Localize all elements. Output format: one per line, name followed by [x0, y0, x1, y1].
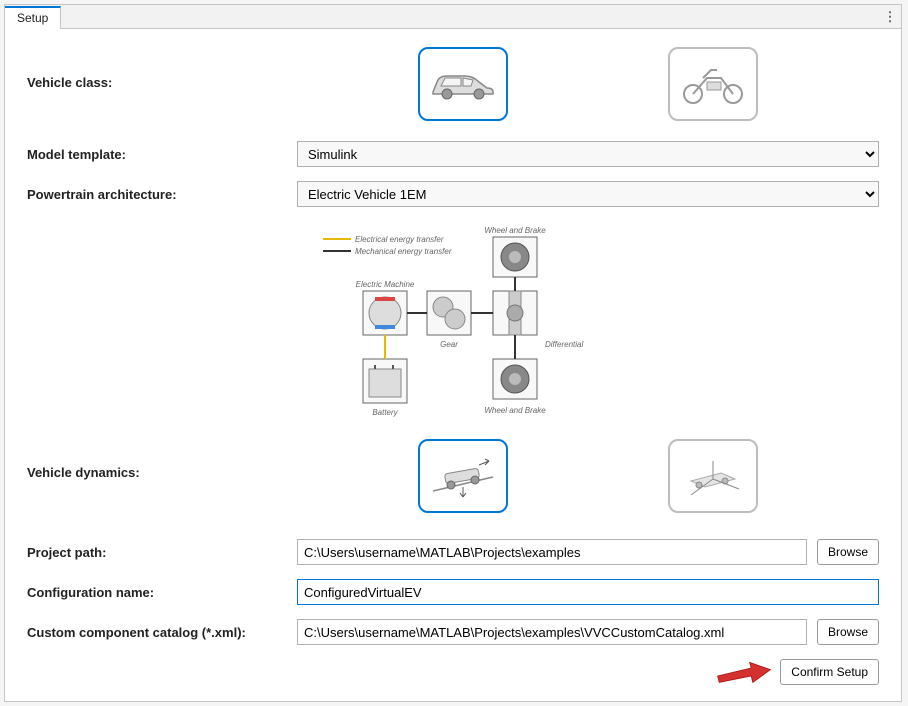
- powertrain-select[interactable]: Electric Vehicle 1EM: [297, 181, 879, 207]
- vehicle-dynamics-2d-option[interactable]: [418, 439, 508, 513]
- project-path-input[interactable]: [297, 539, 807, 565]
- tab-bar: Setup ⋮: [5, 5, 901, 29]
- vehicle-class-label: Vehicle class:: [27, 47, 287, 90]
- project-path-browse-button[interactable]: Browse: [817, 539, 879, 565]
- powertrain-label: Powertrain architecture:: [27, 187, 287, 202]
- svg-text:Gear: Gear: [440, 340, 458, 349]
- svg-text:Wheel and Brake: Wheel and Brake: [484, 406, 546, 415]
- vehicle-class-car-option[interactable]: [418, 47, 508, 121]
- catalog-browse-button[interactable]: Browse: [817, 619, 879, 645]
- catalog-label: Custom component catalog (*.xml):: [27, 625, 287, 640]
- legend-electrical: Electrical energy transfer: [355, 235, 444, 244]
- content-panel: Vehicle class:: [5, 29, 901, 701]
- dynamics-2d-icon: [427, 451, 499, 501]
- vehicle-class-motorcycle-option[interactable]: [668, 47, 758, 121]
- svg-text:Electric Machine: Electric Machine: [356, 280, 415, 289]
- catalog-input[interactable]: [297, 619, 807, 645]
- confirm-setup-button[interactable]: Confirm Setup: [780, 659, 879, 685]
- setup-window: Setup ⋮ Vehicle class:: [4, 4, 902, 702]
- motorcycle-icon: [677, 62, 749, 106]
- kebab-menu-icon[interactable]: ⋮: [879, 9, 901, 25]
- project-path-label: Project path:: [27, 545, 287, 560]
- model-template-label: Model template:: [27, 147, 287, 162]
- model-template-select[interactable]: Simulink: [297, 141, 879, 167]
- dynamics-3d-icon: [677, 451, 749, 501]
- config-name-input[interactable]: [297, 579, 879, 605]
- arrow-icon: [714, 660, 774, 684]
- car-icon: [427, 64, 499, 104]
- legend-mechanical: Mechanical energy transfer: [355, 247, 452, 256]
- vehicle-dynamics-3d-option[interactable]: [668, 439, 758, 513]
- powertrain-diagram: Electrical energy transfer Mechanical en…: [27, 221, 879, 421]
- vehicle-dynamics-label: Vehicle dynamics:: [27, 439, 287, 480]
- config-name-label: Configuration name:: [27, 585, 287, 600]
- svg-text:Wheel and Brake: Wheel and Brake: [484, 226, 546, 235]
- tab-setup[interactable]: Setup: [5, 6, 61, 29]
- svg-text:Differential: Differential: [545, 340, 583, 349]
- svg-text:Battery: Battery: [372, 408, 398, 417]
